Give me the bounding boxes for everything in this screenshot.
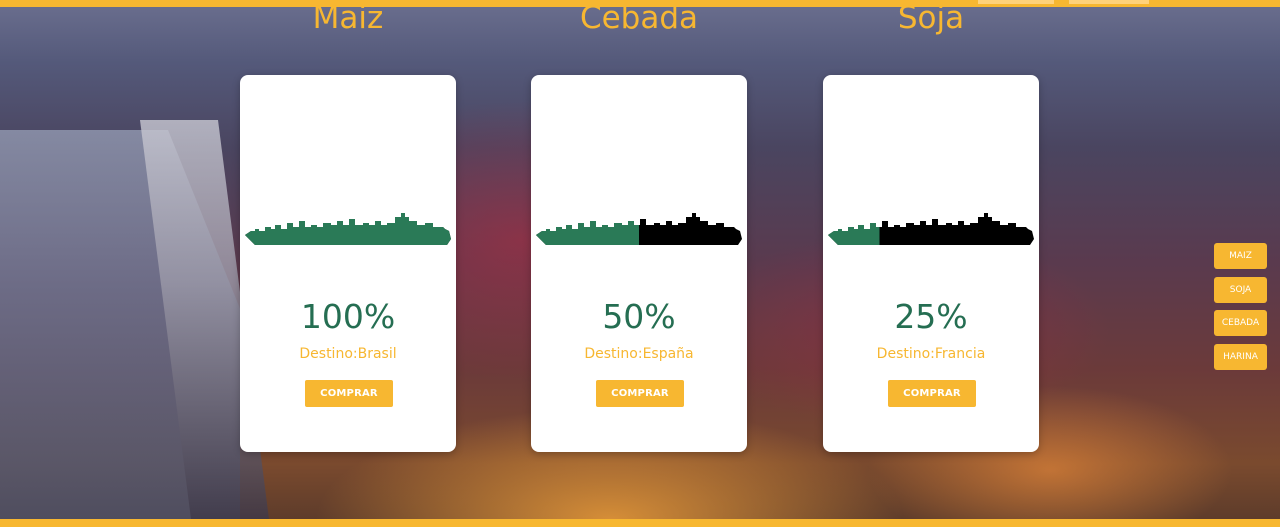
side-nav-maiz[interactable]: MAIZ [1214,243,1267,269]
top-bar-highlight [1069,0,1149,4]
product-card-maiz: Maiz 100% Destino:Brasil COMPRAR [240,0,456,452]
side-nav: MAIZ SOJA CEBADA HARINA [1214,243,1267,377]
card-title: Maiz [312,0,384,36]
buy-button[interactable]: COMPRAR [305,380,393,407]
destination-label: Destino:Francia [876,346,986,362]
fill-percentage: 100% [300,297,396,336]
product-card-cebada: Cebada 50% Destino:España COMPRAR [531,0,747,452]
destination-label: Destino:España [584,346,694,362]
side-nav-soja[interactable]: SOJA [1214,276,1267,303]
destination-label: Destino:Brasil [299,346,397,362]
cargo-ship-icon [828,213,1034,245]
buy-button[interactable]: COMPRAR [888,380,976,407]
fill-percentage: 25% [894,297,968,336]
ship-filled-hold [245,213,451,245]
side-nav-harina[interactable]: HARINA [1214,343,1267,370]
cargo-ship-icon [245,213,451,245]
bottom-accent-bar [0,519,1280,527]
buy-button[interactable]: COMPRAR [596,380,684,407]
card-title: Soja [897,0,965,36]
card-title: Cebada [579,0,699,36]
product-card-soja: Soja 25% Destino:Francia COMPRAR [823,0,1039,452]
cargo-ship-icon [536,213,742,245]
fill-percentage: 50% [602,297,676,336]
side-nav-cebada[interactable]: CEBADA [1214,310,1267,336]
